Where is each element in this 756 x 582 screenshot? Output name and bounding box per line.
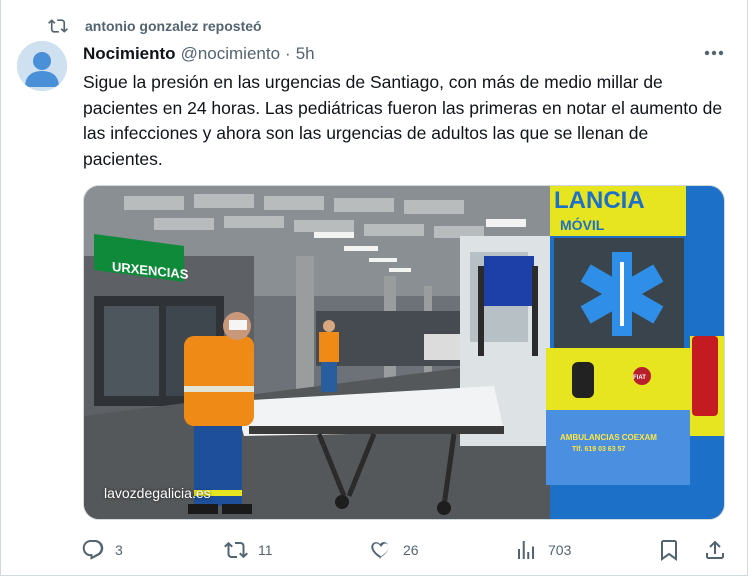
reply-button[interactable]: 3 — [81, 537, 123, 563]
author-name[interactable]: Nocimiento — [83, 44, 176, 64]
views-button[interactable]: 703 — [514, 537, 571, 563]
analytics-icon — [518, 541, 534, 559]
tweet-header: Nocimiento @nocimiento · 5h — [83, 43, 315, 65]
more-options-button[interactable] — [699, 43, 729, 63]
reply-count: 3 — [115, 542, 123, 558]
tweet-text: Sigue la presión en las urgencias de San… — [83, 72, 723, 169]
tweet-actions: 3 11 26 703 — [81, 537, 731, 563]
share-icon — [706, 540, 724, 559]
default-avatar-icon — [17, 41, 67, 91]
views-count: 703 — [548, 542, 572, 558]
like-count: 26 — [403, 542, 419, 558]
image-watermark: lavozdegalicia.es — [104, 485, 211, 501]
ambulance-company: AMBULANCIAS COEXAM — [560, 433, 657, 442]
bookmark-button[interactable] — [657, 537, 681, 563]
repost-icon — [48, 19, 68, 33]
fiat-badge-text: FIAT — [633, 375, 646, 381]
repost-indicator[interactable]: antonio gonzalez reposteó — [47, 16, 262, 36]
separator-dot: · — [285, 44, 291, 63]
tweet-card[interactable]: antonio gonzalez reposteó Nocimiento @no… — [0, 0, 748, 576]
repost-label: antonio gonzalez reposteó — [85, 18, 262, 34]
ambulance-scene-image: URXENCIAS LANCIA MÓVIL FIAT AMBULANCIAS … — [84, 186, 724, 519]
ambulance-phone: Tlf. 619 03 63 57 — [572, 446, 625, 453]
tweet-time[interactable]: 5h — [296, 44, 315, 64]
ambulance-text-top: LANCIA — [554, 187, 645, 214]
author-handle[interactable]: @nocimiento — [181, 44, 280, 64]
repost-count: 11 — [258, 542, 273, 558]
reply-icon — [82, 540, 104, 560]
repost-icon — [224, 541, 248, 559]
avatar[interactable] — [17, 41, 67, 91]
ambulance-text-sub: MÓVIL — [560, 216, 605, 233]
repost-button[interactable]: 11 — [224, 537, 273, 563]
share-button[interactable] — [703, 537, 727, 563]
heart-icon — [371, 542, 389, 559]
tweet-photo[interactable]: URXENCIAS LANCIA MÓVIL FIAT AMBULANCIAS … — [83, 185, 725, 520]
more-dots-icon — [704, 50, 724, 56]
bookmark-icon — [661, 540, 677, 561]
like-button[interactable]: 26 — [369, 537, 419, 563]
